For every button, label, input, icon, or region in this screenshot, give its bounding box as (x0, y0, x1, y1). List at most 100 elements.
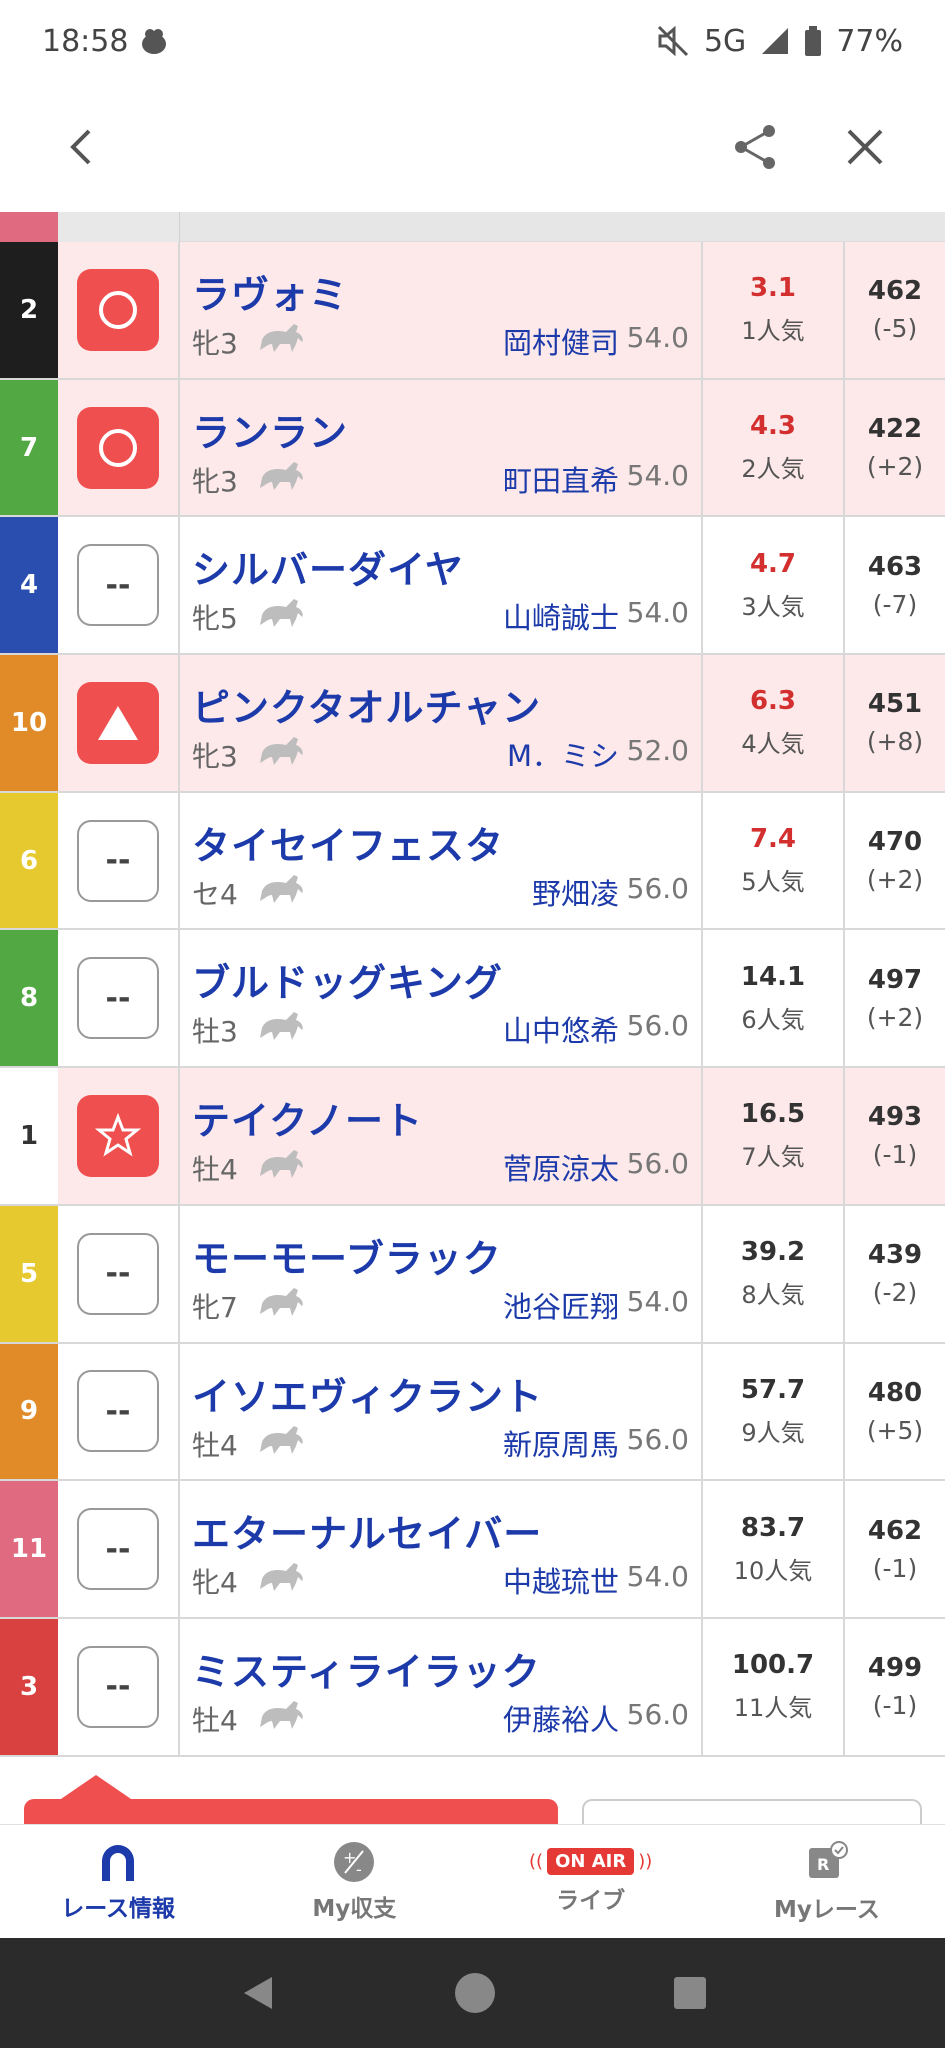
weight-carried: 54.0 (626, 458, 689, 492)
jockey-name[interactable]: 伊藤裕人 (503, 1697, 619, 1739)
jockey-name[interactable]: 池谷匠翔 (503, 1284, 619, 1326)
horse-icon (260, 1425, 303, 1454)
body-weight: 470 (867, 827, 923, 858)
weight-carried: 56.0 (626, 1147, 689, 1181)
jockey-name[interactable]: 新原周馬 (503, 1422, 619, 1464)
weight-change: (-1) (872, 1691, 918, 1721)
table-row[interactable]: 10 ピンクタオルチャン 牝3 М．ミシ 52.0 6.3 4人気 451 (+8) (0, 655, 945, 793)
mark-select-button[interactable]: -- (77, 544, 159, 627)
table-row[interactable]: 3 -- ミスティライラック 牡4 伊藤裕人 56.0 100.7 11人気 499 (-1) (0, 1618, 945, 1757)
horse-name[interactable]: ランラン (192, 402, 348, 457)
sex-age: 牡4 (192, 1428, 238, 1462)
nav-label: Myレース (774, 1896, 880, 1923)
jockey-name[interactable]: 山崎誠士 (503, 595, 619, 637)
horse-name[interactable]: モーモーブラック (192, 1228, 502, 1283)
horse-info-cell: ピンクタオルチャン 牝3 М．ミシ 52.0 (180, 655, 703, 791)
nav-race-info[interactable]: レース情報 (0, 1825, 236, 1938)
body-weight: 493 (867, 1102, 923, 1133)
waku-number: 9 (0, 1343, 58, 1480)
horse-icon (260, 1012, 303, 1041)
jockey-name[interactable]: 野畑凌 (532, 871, 619, 913)
odds-cell: 83.7 10人気 (703, 1481, 845, 1617)
home-circle-icon[interactable] (453, 1971, 497, 2015)
mark-circle-icon[interactable] (77, 406, 159, 489)
body-weight: 497 (867, 964, 923, 995)
horse-name[interactable]: テイクノート (192, 1090, 423, 1145)
body-weight-cell: 480 (+5) (845, 1343, 945, 1480)
popularity-rank: 5人気 (741, 868, 805, 897)
odds-value: 16.5 (740, 1099, 806, 1130)
mark-triangle-icon[interactable] (77, 681, 159, 764)
weight-carried: 56.0 (626, 1009, 689, 1043)
popularity-rank: 7人気 (741, 1143, 805, 1172)
mark-cell: -- (58, 1618, 180, 1755)
weight-change: (-1) (872, 1140, 918, 1170)
share-button[interactable] (725, 117, 785, 177)
nav-my-balance[interactable]: + - My収支 (236, 1825, 472, 1938)
mark-select-button[interactable]: -- (77, 1645, 159, 1728)
body-weight: 451 (867, 689, 923, 720)
nav-my-race[interactable]: R Myレース (709, 1825, 945, 1938)
body-weight: 462 (867, 1515, 923, 1546)
horse-name[interactable]: ラヴォミ (192, 264, 348, 319)
close-button[interactable] (835, 117, 895, 177)
mark-select-button[interactable]: -- (77, 1232, 159, 1315)
horse-name[interactable]: ブルドッグキング (192, 952, 503, 1007)
table-row[interactable]: 1 テイクノート 牡4 菅原涼太 56.0 16.5 7人気 493 (-1) (0, 1068, 945, 1206)
back-button[interactable] (50, 117, 110, 177)
odds-cell: 7.4 5人気 (703, 792, 845, 929)
sex-age: 牡3 (192, 1015, 238, 1049)
horse-icon (260, 874, 303, 903)
waku-number: 1 (0, 1068, 58, 1204)
horse-name[interactable]: シルバーダイヤ (192, 539, 464, 594)
mark-cell (58, 379, 180, 516)
jockey-name[interactable]: 菅原涼太 (503, 1146, 619, 1188)
body-weight-cell: 470 (+2) (845, 792, 945, 929)
share-icon (735, 125, 775, 169)
jockey-name[interactable]: 町田直希 (503, 458, 619, 500)
horse-info-cell: ランラン 牝3 町田直希 54.0 (180, 379, 703, 516)
table-row[interactable]: 9 -- イソエヴィクラント 牡4 新原周馬 56.0 57.7 9人気 480 (+5) (0, 1343, 945, 1482)
horse-name[interactable]: ミスティライラック (192, 1641, 541, 1696)
table-row[interactable]: 6 -- タイセイフェスタ セ4 野畑凌 56.0 7.4 5人気 470 (+2) (0, 792, 945, 931)
waku-number: 6 (0, 792, 58, 929)
popularity-rank: 8人気 (741, 1281, 805, 1310)
table-row[interactable]: 11 -- エターナルセイバー 牝4 中越琉世 54.0 83.7 10人気 462 (-1) (0, 1481, 945, 1619)
weight-change: (+8) (866, 727, 924, 757)
table-row[interactable]: 7 ランラン 牝3 町田直希 54.0 4.3 2人気 422 (+2) (0, 379, 945, 518)
nav-live[interactable]: (( ON AIR )) ライブ (473, 1825, 709, 1938)
horse-icon (260, 1563, 303, 1592)
horse-name[interactable]: エターナルセイバー (192, 1503, 542, 1558)
weight-change: (+2) (866, 1002, 924, 1032)
mark-circle-icon[interactable] (77, 268, 159, 351)
recents-square-icon[interactable] (672, 1975, 708, 2011)
jockey-name[interactable]: 中越琉世 (503, 1559, 619, 1601)
horse-icon (260, 461, 303, 490)
horse-name[interactable]: タイセイフェスタ (192, 815, 504, 870)
jockey-name[interactable]: 岡村健司 (503, 320, 619, 362)
table-row[interactable]: 4 -- シルバーダイヤ 牝5 山崎誠士 54.0 4.7 3人気 463 (-7) (0, 517, 945, 656)
svg-text:R: R (817, 1855, 829, 1874)
mark-select-button[interactable]: -- (77, 957, 159, 1040)
popularity-rank: 4人気 (741, 730, 805, 759)
bottom-navigation: レース情報 + - My収支 (( ON AIR )) ライブ R Myレース (0, 1824, 945, 1938)
mark-star-icon[interactable] (77, 1094, 159, 1177)
jockey-name[interactable]: М．ミシ (507, 733, 619, 775)
horse-icon (260, 1287, 303, 1316)
waku-number: 3 (0, 1618, 58, 1755)
horse-name[interactable]: イソエヴィクラント (192, 1366, 543, 1421)
horse-name[interactable]: ピンクタオルチャン (192, 677, 541, 732)
back-triangle-icon[interactable] (238, 1973, 278, 2013)
jockey-name[interactable]: 山中悠希 (503, 1008, 619, 1050)
sex-age: 牝5 (192, 602, 238, 636)
table-row[interactable]: 8 -- ブルドッグキング 牡3 山中悠希 56.0 14.1 6人気 497 (+2) (0, 930, 945, 1069)
mark-cell: -- (58, 930, 180, 1067)
mark-select-button[interactable]: -- (77, 1508, 159, 1591)
mark-select-button[interactable]: -- (77, 1370, 159, 1453)
mark-select-button[interactable]: -- (77, 819, 159, 902)
weight-carried: 54.0 (626, 596, 689, 630)
table-row[interactable]: 5 -- モーモーブラック 牝7 池谷匠翔 54.0 39.2 8人気 439 (-2) (0, 1205, 945, 1344)
popularity-rank: 11人気 (733, 1694, 813, 1723)
signal-icon (762, 28, 789, 54)
table-row[interactable]: 2 ラヴォミ 牝3 岡村健司 54.0 3.1 1人気 462 (-5) (0, 242, 945, 380)
